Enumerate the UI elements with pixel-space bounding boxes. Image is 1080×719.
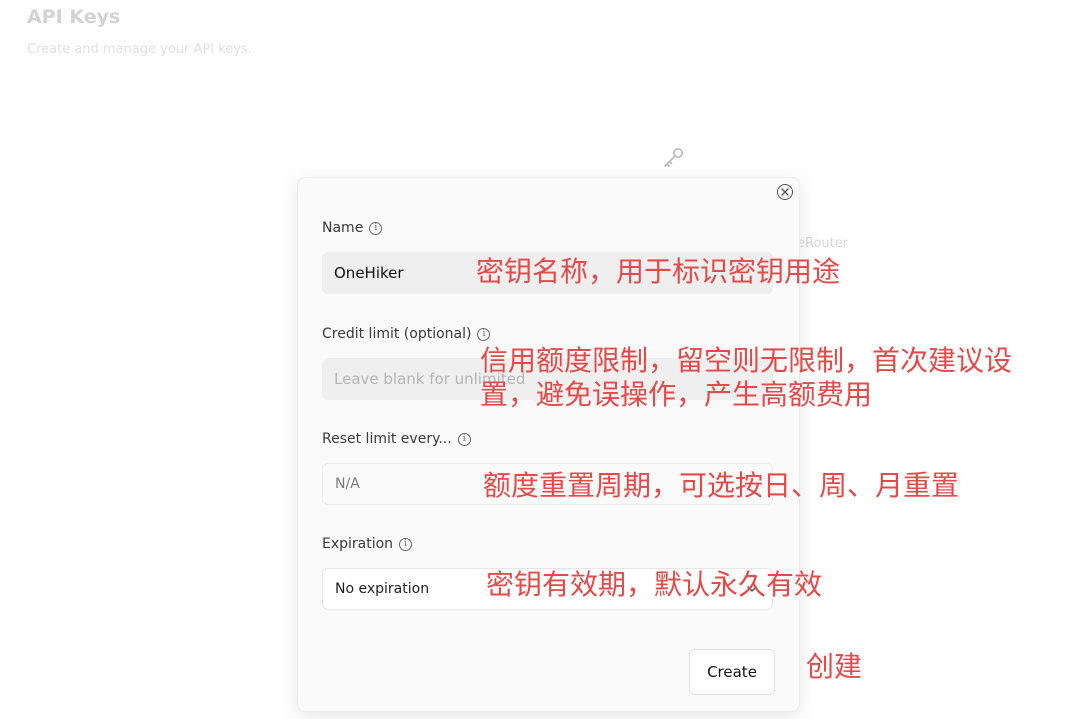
- key-icon: [660, 146, 686, 172]
- credit-limit-placeholder: Leave blank for unlimited: [334, 370, 526, 388]
- close-icon: [781, 188, 789, 196]
- reset-limit-label: Reset limit every... i: [322, 431, 471, 447]
- name-input-value: OneHiker: [334, 264, 404, 282]
- close-button[interactable]: [777, 184, 793, 200]
- chevron-down-icon: [747, 586, 757, 592]
- expiration-selected-value: No expiration: [335, 581, 430, 597]
- info-icon: i: [477, 327, 491, 341]
- info-icon: i: [399, 537, 413, 551]
- credit-limit-label: Credit limit (optional) i: [322, 326, 491, 342]
- credit-limit-input[interactable]: Leave blank for unlimited: [322, 358, 773, 400]
- create-api-key-modal: Name i OneHiker Credit limit (optional) …: [297, 177, 800, 712]
- background-text: eRouter: [797, 236, 849, 251]
- page-title: API Keys: [27, 6, 121, 28]
- expiration-label: Expiration i: [322, 536, 413, 552]
- name-label-text: Name: [322, 220, 364, 236]
- expiration-label-text: Expiration: [322, 536, 394, 552]
- reset-limit-label-text: Reset limit every...: [322, 431, 452, 447]
- page-subtitle: Create and manage your API keys.: [27, 42, 252, 57]
- name-label: Name i: [322, 220, 383, 236]
- name-input[interactable]: OneHiker: [322, 252, 773, 294]
- reset-limit-select[interactable]: N/A: [322, 463, 773, 505]
- create-button[interactable]: Create: [689, 649, 775, 695]
- info-icon: i: [369, 221, 383, 235]
- annotation-create: 创建: [806, 650, 863, 683]
- credit-limit-label-text: Credit limit (optional): [322, 326, 472, 342]
- info-icon: i: [457, 432, 471, 446]
- reset-limit-value: N/A: [335, 476, 360, 492]
- expiration-select[interactable]: No expiration: [322, 568, 773, 610]
